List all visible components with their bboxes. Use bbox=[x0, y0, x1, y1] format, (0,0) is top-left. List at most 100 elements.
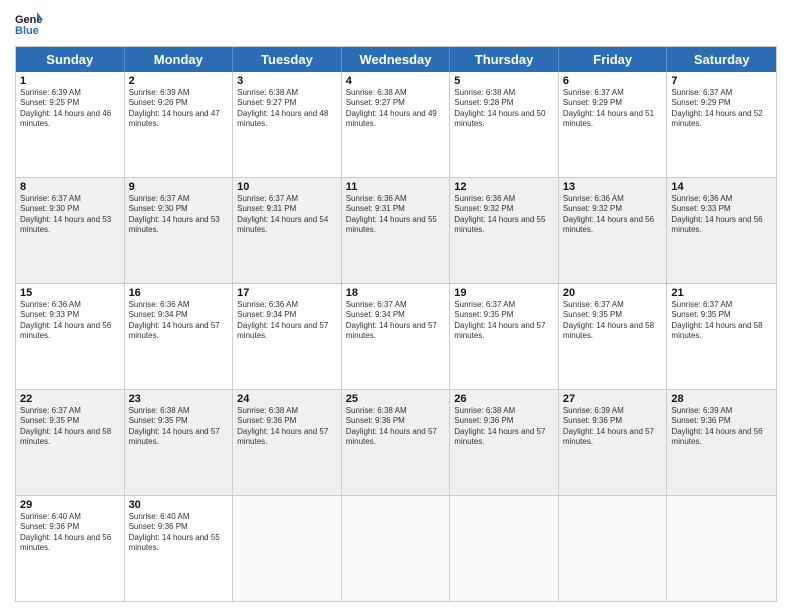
calendar-header: SundayMondayTuesdayWednesdayThursdayFrid… bbox=[16, 47, 776, 72]
day-number: 22 bbox=[20, 393, 120, 405]
day-info: Sunrise: 6:37 AM Sunset: 9:30 PM Dayligh… bbox=[129, 194, 229, 236]
calendar-row: 1Sunrise: 6:39 AM Sunset: 9:25 PM Daylig… bbox=[16, 72, 776, 178]
calendar-cell: 4Sunrise: 6:38 AM Sunset: 9:27 PM Daylig… bbox=[342, 72, 451, 177]
day-info: Sunrise: 6:36 AM Sunset: 9:34 PM Dayligh… bbox=[129, 300, 229, 342]
calendar-cell: 25Sunrise: 6:38 AM Sunset: 9:36 PM Dayli… bbox=[342, 390, 451, 495]
day-number: 18 bbox=[346, 287, 446, 299]
calendar-cell: 19Sunrise: 6:37 AM Sunset: 9:35 PM Dayli… bbox=[450, 284, 559, 389]
logo-icon: General Blue bbox=[15, 10, 43, 38]
day-number: 20 bbox=[563, 287, 663, 299]
day-info: Sunrise: 6:36 AM Sunset: 9:32 PM Dayligh… bbox=[563, 194, 663, 236]
day-info: Sunrise: 6:37 AM Sunset: 9:35 PM Dayligh… bbox=[563, 300, 663, 342]
day-number: 10 bbox=[237, 181, 337, 193]
day-info: Sunrise: 6:37 AM Sunset: 9:35 PM Dayligh… bbox=[20, 406, 120, 448]
calendar-cell: 16Sunrise: 6:36 AM Sunset: 9:34 PM Dayli… bbox=[125, 284, 234, 389]
calendar-cell: 22Sunrise: 6:37 AM Sunset: 9:35 PM Dayli… bbox=[16, 390, 125, 495]
day-info: Sunrise: 6:38 AM Sunset: 9:36 PM Dayligh… bbox=[454, 406, 554, 448]
calendar-row: 15Sunrise: 6:36 AM Sunset: 9:33 PM Dayli… bbox=[16, 284, 776, 390]
day-number: 7 bbox=[671, 75, 772, 87]
calendar-row: 22Sunrise: 6:37 AM Sunset: 9:35 PM Dayli… bbox=[16, 390, 776, 496]
calendar-cell: 11Sunrise: 6:36 AM Sunset: 9:31 PM Dayli… bbox=[342, 178, 451, 283]
day-info: Sunrise: 6:39 AM Sunset: 9:36 PM Dayligh… bbox=[563, 406, 663, 448]
day-info: Sunrise: 6:38 AM Sunset: 9:28 PM Dayligh… bbox=[454, 88, 554, 130]
calendar-cell: 29Sunrise: 6:40 AM Sunset: 9:36 PM Dayli… bbox=[16, 496, 125, 601]
calendar-row: 8Sunrise: 6:37 AM Sunset: 9:30 PM Daylig… bbox=[16, 178, 776, 284]
calendar-cell bbox=[559, 496, 668, 601]
day-number: 26 bbox=[454, 393, 554, 405]
calendar-cell bbox=[667, 496, 776, 601]
day-info: Sunrise: 6:37 AM Sunset: 9:35 PM Dayligh… bbox=[671, 300, 772, 342]
day-info: Sunrise: 6:36 AM Sunset: 9:33 PM Dayligh… bbox=[20, 300, 120, 342]
day-number: 29 bbox=[20, 499, 120, 511]
calendar-cell: 28Sunrise: 6:39 AM Sunset: 9:36 PM Dayli… bbox=[667, 390, 776, 495]
day-number: 28 bbox=[671, 393, 772, 405]
day-number: 27 bbox=[563, 393, 663, 405]
day-info: Sunrise: 6:38 AM Sunset: 9:36 PM Dayligh… bbox=[346, 406, 446, 448]
day-info: Sunrise: 6:39 AM Sunset: 9:25 PM Dayligh… bbox=[20, 88, 120, 130]
calendar-cell: 3Sunrise: 6:38 AM Sunset: 9:27 PM Daylig… bbox=[233, 72, 342, 177]
weekday-header: Wednesday bbox=[342, 47, 451, 72]
calendar: SundayMondayTuesdayWednesdayThursdayFrid… bbox=[15, 46, 777, 602]
day-number: 24 bbox=[237, 393, 337, 405]
day-number: 2 bbox=[129, 75, 229, 87]
day-info: Sunrise: 6:38 AM Sunset: 9:27 PM Dayligh… bbox=[237, 88, 337, 130]
day-number: 12 bbox=[454, 181, 554, 193]
calendar-cell: 8Sunrise: 6:37 AM Sunset: 9:30 PM Daylig… bbox=[16, 178, 125, 283]
weekday-header: Thursday bbox=[450, 47, 559, 72]
calendar-cell: 26Sunrise: 6:38 AM Sunset: 9:36 PM Dayli… bbox=[450, 390, 559, 495]
calendar-cell bbox=[342, 496, 451, 601]
day-number: 14 bbox=[671, 181, 772, 193]
weekday-header: Friday bbox=[559, 47, 668, 72]
calendar-cell: 15Sunrise: 6:36 AM Sunset: 9:33 PM Dayli… bbox=[16, 284, 125, 389]
logo: General Blue bbox=[15, 10, 47, 38]
calendar-cell: 17Sunrise: 6:36 AM Sunset: 9:34 PM Dayli… bbox=[233, 284, 342, 389]
calendar-cell: 21Sunrise: 6:37 AM Sunset: 9:35 PM Dayli… bbox=[667, 284, 776, 389]
weekday-header: Tuesday bbox=[233, 47, 342, 72]
day-info: Sunrise: 6:40 AM Sunset: 9:36 PM Dayligh… bbox=[20, 512, 120, 554]
day-number: 13 bbox=[563, 181, 663, 193]
day-number: 17 bbox=[237, 287, 337, 299]
day-number: 11 bbox=[346, 181, 446, 193]
calendar-cell: 13Sunrise: 6:36 AM Sunset: 9:32 PM Dayli… bbox=[559, 178, 668, 283]
calendar-cell: 9Sunrise: 6:37 AM Sunset: 9:30 PM Daylig… bbox=[125, 178, 234, 283]
calendar-cell: 6Sunrise: 6:37 AM Sunset: 9:29 PM Daylig… bbox=[559, 72, 668, 177]
day-number: 9 bbox=[129, 181, 229, 193]
day-info: Sunrise: 6:36 AM Sunset: 9:33 PM Dayligh… bbox=[671, 194, 772, 236]
day-info: Sunrise: 6:37 AM Sunset: 9:30 PM Dayligh… bbox=[20, 194, 120, 236]
day-info: Sunrise: 6:40 AM Sunset: 9:36 PM Dayligh… bbox=[129, 512, 229, 554]
day-number: 30 bbox=[129, 499, 229, 511]
svg-text:Blue: Blue bbox=[15, 25, 39, 37]
calendar-row: 29Sunrise: 6:40 AM Sunset: 9:36 PM Dayli… bbox=[16, 496, 776, 601]
calendar-cell bbox=[233, 496, 342, 601]
day-info: Sunrise: 6:37 AM Sunset: 9:31 PM Dayligh… bbox=[237, 194, 337, 236]
day-info: Sunrise: 6:39 AM Sunset: 9:36 PM Dayligh… bbox=[671, 406, 772, 448]
calendar-cell: 30Sunrise: 6:40 AM Sunset: 9:36 PM Dayli… bbox=[125, 496, 234, 601]
day-info: Sunrise: 6:37 AM Sunset: 9:29 PM Dayligh… bbox=[671, 88, 772, 130]
weekday-header: Monday bbox=[125, 47, 234, 72]
day-number: 4 bbox=[346, 75, 446, 87]
day-info: Sunrise: 6:37 AM Sunset: 9:29 PM Dayligh… bbox=[563, 88, 663, 130]
weekday-header: Sunday bbox=[16, 47, 125, 72]
day-number: 6 bbox=[563, 75, 663, 87]
day-number: 3 bbox=[237, 75, 337, 87]
calendar-cell: 14Sunrise: 6:36 AM Sunset: 9:33 PM Dayli… bbox=[667, 178, 776, 283]
calendar-cell: 24Sunrise: 6:38 AM Sunset: 9:36 PM Dayli… bbox=[233, 390, 342, 495]
calendar-cell: 18Sunrise: 6:37 AM Sunset: 9:34 PM Dayli… bbox=[342, 284, 451, 389]
day-info: Sunrise: 6:36 AM Sunset: 9:32 PM Dayligh… bbox=[454, 194, 554, 236]
calendar-cell: 12Sunrise: 6:36 AM Sunset: 9:32 PM Dayli… bbox=[450, 178, 559, 283]
day-info: Sunrise: 6:36 AM Sunset: 9:31 PM Dayligh… bbox=[346, 194, 446, 236]
calendar-cell: 20Sunrise: 6:37 AM Sunset: 9:35 PM Dayli… bbox=[559, 284, 668, 389]
calendar-cell bbox=[450, 496, 559, 601]
day-number: 5 bbox=[454, 75, 554, 87]
day-info: Sunrise: 6:38 AM Sunset: 9:36 PM Dayligh… bbox=[237, 406, 337, 448]
day-number: 19 bbox=[454, 287, 554, 299]
day-info: Sunrise: 6:37 AM Sunset: 9:34 PM Dayligh… bbox=[346, 300, 446, 342]
calendar-body: 1Sunrise: 6:39 AM Sunset: 9:25 PM Daylig… bbox=[16, 72, 776, 601]
day-info: Sunrise: 6:36 AM Sunset: 9:34 PM Dayligh… bbox=[237, 300, 337, 342]
calendar-cell: 1Sunrise: 6:39 AM Sunset: 9:25 PM Daylig… bbox=[16, 72, 125, 177]
calendar-cell: 23Sunrise: 6:38 AM Sunset: 9:35 PM Dayli… bbox=[125, 390, 234, 495]
header: General Blue bbox=[15, 10, 777, 38]
day-number: 23 bbox=[129, 393, 229, 405]
day-info: Sunrise: 6:37 AM Sunset: 9:35 PM Dayligh… bbox=[454, 300, 554, 342]
calendar-cell: 7Sunrise: 6:37 AM Sunset: 9:29 PM Daylig… bbox=[667, 72, 776, 177]
